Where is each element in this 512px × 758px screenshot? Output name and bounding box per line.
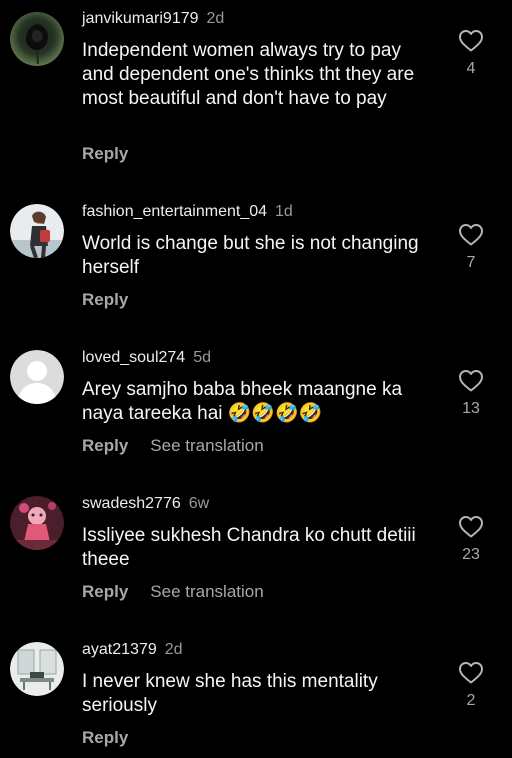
reply-button[interactable]: Reply — [82, 728, 128, 747]
see-translation-button[interactable]: See translation — [150, 436, 263, 455]
like-count: 2 — [466, 692, 476, 709]
like-control: 2 — [456, 661, 486, 711]
comment-text: Arey samjho baba bheek maangne ka naya t… — [82, 379, 403, 424]
comment-actions: Reply — [82, 727, 128, 749]
like-count: 13 — [462, 400, 480, 417]
like-count: 23 — [462, 546, 480, 563]
like-control: 7 — [456, 223, 486, 273]
comment-username[interactable]: ayat21379 — [82, 641, 157, 658]
heart-icon[interactable] — [456, 369, 486, 393]
comment-username[interactable]: swadesh2776 — [82, 495, 181, 512]
comment-text: Independent women always try to pay and … — [82, 40, 415, 109]
cartoon-character-avatar[interactable] — [10, 496, 64, 550]
comment-text: Issliyee sukhesh Chandra ko chutt detiii… — [82, 525, 416, 570]
comment-time: 2d — [164, 641, 183, 658]
comment-actions: Reply — [82, 143, 128, 165]
comment-meta: janvikumari9179 2d — [82, 9, 224, 29]
reply-button[interactable]: Reply — [82, 144, 128, 163]
comment-username[interactable]: janvikumari9179 — [82, 10, 199, 27]
comment-meta: ayat21379 2d — [82, 640, 183, 660]
comment-meta: swadesh2776 6w — [82, 494, 209, 514]
comment-meta: loved_soul274 5d — [82, 348, 211, 368]
comment-time: 5d — [193, 349, 211, 366]
reply-button[interactable]: Reply — [82, 436, 128, 455]
default-user-avatar[interactable] — [10, 350, 64, 404]
room-photo-avatar[interactable] — [10, 642, 64, 696]
woman-photo-avatar[interactable] — [10, 204, 64, 258]
see-translation-button[interactable]: See translation — [150, 582, 263, 601]
comment-time: 1d — [275, 203, 293, 220]
heart-icon[interactable] — [456, 29, 486, 53]
comment-username[interactable]: loved_soul274 — [82, 349, 185, 366]
heart-icon[interactable] — [456, 515, 486, 539]
reply-button[interactable]: Reply — [82, 582, 128, 601]
comment-username[interactable]: fashion_entertainment_04 — [82, 203, 267, 220]
comment-actions: Reply See translation — [82, 435, 264, 457]
like-control: 13 — [456, 369, 486, 419]
comment-meta: fashion_entertainment_04 1d — [82, 202, 293, 222]
comment-text: I never knew she has this mentality seri… — [82, 671, 378, 716]
like-count: 4 — [466, 60, 476, 77]
reply-button[interactable]: Reply — [82, 290, 128, 309]
comment-text: World is change but she is not changing … — [82, 233, 419, 278]
comment-time: 6w — [188, 495, 210, 512]
like-control: 4 — [456, 29, 486, 79]
heart-icon[interactable] — [456, 661, 486, 685]
heart-icon[interactable] — [456, 223, 486, 247]
like-count: 7 — [466, 254, 476, 271]
comment-actions: Reply See translation — [82, 581, 264, 603]
like-control: 23 — [456, 515, 486, 565]
comment-actions: Reply — [82, 289, 128, 311]
black-rose-avatar[interactable] — [10, 12, 64, 66]
comment-time: 2d — [206, 10, 225, 27]
